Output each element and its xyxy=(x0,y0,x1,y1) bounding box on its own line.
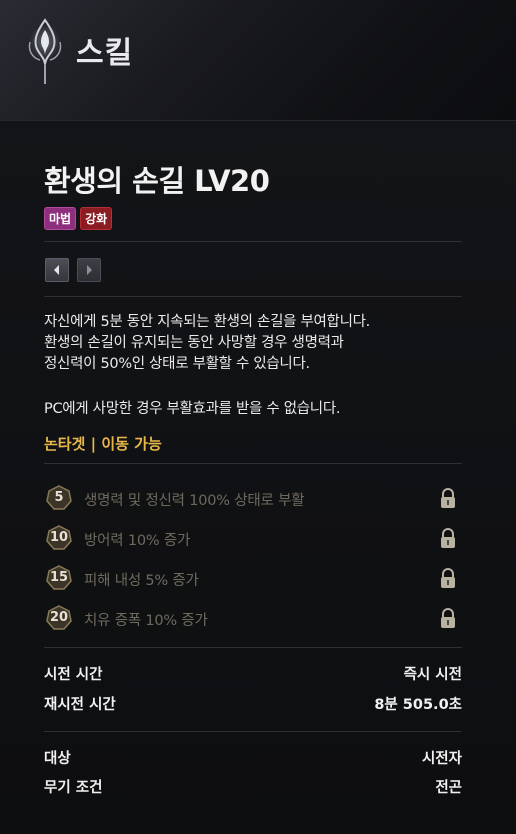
cooldown-label: 재시전 시간 xyxy=(44,697,116,713)
tier-effect-text: 생명력 및 정신력 100% 상태로 부활 xyxy=(84,493,305,509)
weapon-requirement-label: 무기 조건 xyxy=(44,780,103,796)
divider xyxy=(44,731,462,732)
tier-level-badge: 15 xyxy=(46,565,72,591)
skill-description-line: 자신에게 5분 동안 지속되는 환생의 손길을 부여합니다. xyxy=(44,314,370,330)
skill-tags: 마법 강화 xyxy=(44,207,113,230)
page-title: 스킬 xyxy=(76,36,134,71)
lock-icon xyxy=(441,528,455,548)
skill-description-line: 환생의 손길이 유지되는 동안 사망할 경우 생명력과 xyxy=(44,335,344,351)
header: 스킬 xyxy=(0,0,516,121)
enhancement-tier-row: 20 치유 증폭 10% 증가 xyxy=(44,603,462,633)
lock-icon xyxy=(441,488,455,508)
tier-level-badge: 10 xyxy=(46,525,72,551)
divider xyxy=(44,463,462,464)
chevron-left-icon xyxy=(54,265,59,275)
skill-name: 환생의 손길 LV20 xyxy=(44,164,270,198)
enhancement-tier-row: 15 피해 내성 5% 증가 xyxy=(44,563,462,593)
tier-level-badge: 5 xyxy=(46,485,72,511)
tier-effect-text: 피해 내성 5% 증가 xyxy=(84,573,199,589)
divider xyxy=(44,296,462,297)
prev-level-button[interactable] xyxy=(45,258,69,282)
next-level-button[interactable] xyxy=(77,258,101,282)
skill-restriction-note: PC에게 사망한 경우 부활효과를 받을 수 없습니다. xyxy=(44,401,341,417)
divider xyxy=(44,647,462,648)
skill-description-line: 정신력이 50%인 상태로 부활할 수 있습니다. xyxy=(44,356,310,372)
target-label: 대상 xyxy=(44,751,71,767)
target-value: 시전자 xyxy=(421,751,462,767)
skill-emblem-icon xyxy=(28,18,62,84)
cast-time-value: 즉시 시전 xyxy=(403,667,462,683)
cast-time-label: 시전 시간 xyxy=(44,667,103,683)
enhancement-tier-row: 10 방어력 10% 증가 xyxy=(44,523,462,553)
lock-icon xyxy=(441,608,455,628)
tier-level-badge: 20 xyxy=(46,605,72,631)
cooldown-value: 8분 505.0초 xyxy=(374,697,462,713)
tag-magic: 마법 xyxy=(44,207,77,230)
chevron-right-icon xyxy=(87,265,92,275)
enhancement-tier-row: 5 생명력 및 정신력 100% 상태로 부활 xyxy=(44,483,462,513)
tier-effect-text: 방어력 10% 증가 xyxy=(84,533,191,549)
tier-effect-text: 치유 증폭 10% 증가 xyxy=(84,613,208,629)
weapon-requirement-value: 전곤 xyxy=(435,780,462,796)
lock-icon xyxy=(441,568,455,588)
targeting-note: 논타겟 | 이동 가능 xyxy=(44,435,162,453)
tag-enhance: 강화 xyxy=(80,207,113,230)
divider xyxy=(44,241,462,242)
